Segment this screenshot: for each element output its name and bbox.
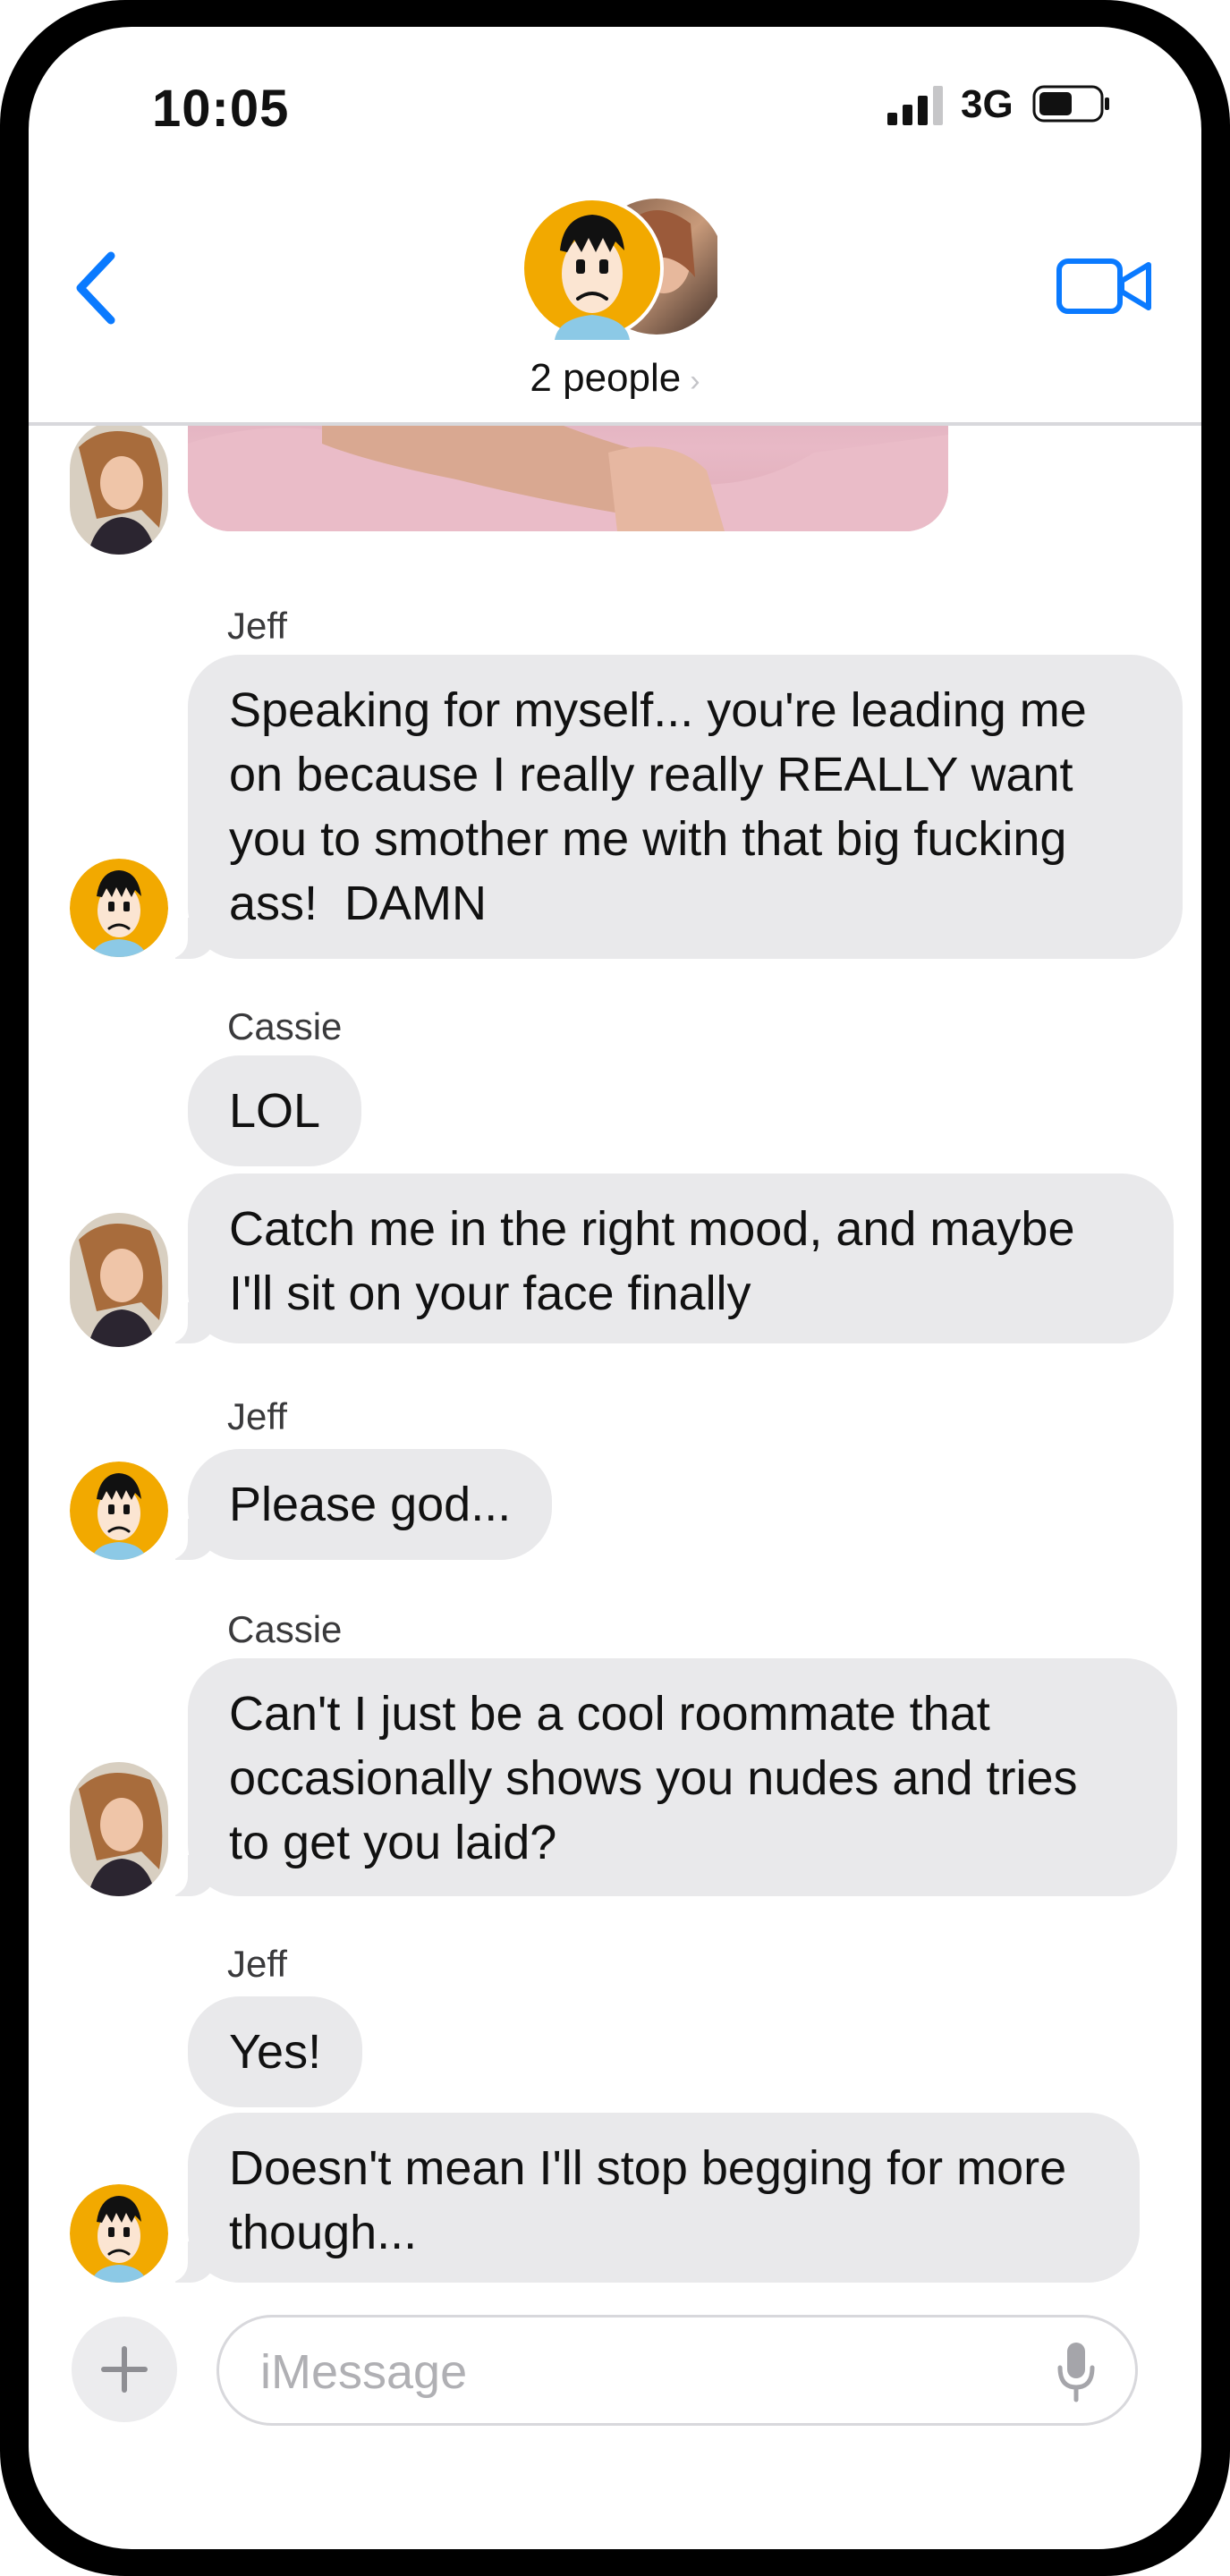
photo-message[interactable]	[188, 426, 948, 531]
network-type: 3G	[961, 82, 1014, 126]
compose-bar: iMessage	[29, 2299, 1201, 2442]
message-bubble[interactable]: LOL	[188, 1055, 362, 1166]
sender-name: Jeff	[227, 1943, 287, 1985]
back-chevron-icon[interactable]	[66, 243, 129, 333]
cassie-avatar-image	[70, 1762, 168, 1896]
message-input[interactable]: iMessage	[216, 2315, 1138, 2426]
jeff-avatar-image	[70, 1462, 168, 1560]
jeff-avatar[interactable]	[70, 859, 168, 957]
cassie-avatar[interactable]	[70, 1762, 168, 1896]
message-bubble[interactable]: Yes!	[188, 1996, 363, 2107]
message-bubble[interactable]: Catch me in the right mood, and maybe I'…	[159, 1174, 1174, 1343]
jeff-avatar[interactable]	[70, 2184, 168, 2283]
cassie-avatar[interactable]	[70, 1213, 168, 1347]
signal-icon	[887, 86, 943, 125]
cassie-avatar[interactable]	[70, 426, 168, 555]
message-bubble[interactable]: Speaking for myself... you're leading me…	[159, 655, 1183, 959]
cassie-avatar-image	[70, 426, 168, 555]
jeff-avatar-image	[70, 2184, 168, 2283]
screen: 10:05 3G 2 people › Jeff Speaking for my…	[29, 27, 1201, 2549]
add-attachment-button[interactable]	[72, 2317, 177, 2422]
status-bar: 10:05 3G	[29, 27, 1201, 161]
chevron-right-icon: ›	[690, 364, 700, 398]
status-time: 10:05	[152, 80, 290, 138]
sender-name: Cassie	[227, 1005, 343, 1047]
group-title[interactable]: 2 people ›	[29, 356, 1201, 401]
jeff-avatar-image	[70, 859, 168, 957]
message-thread: Jeff Speaking for myself... you're leadi…	[29, 426, 1201, 2313]
message-bubble[interactable]: Can't I just be a cool roommate that occ…	[159, 1658, 1177, 1896]
conversation-header: 2 people ›	[29, 161, 1201, 426]
battery-icon	[1032, 85, 1109, 123]
message-bubble[interactable]: Please god...	[158, 1449, 553, 1560]
sender-name: Cassie	[227, 1608, 343, 1650]
message-input-placeholder: iMessage	[260, 2345, 468, 2399]
message-bubble[interactable]: Doesn't mean I'll stop begging for more …	[159, 2113, 1140, 2283]
phone-frame: 10:05 3G 2 people › Jeff Speaking for my…	[0, 0, 1230, 2576]
video-call-icon[interactable]	[1056, 254, 1154, 318]
photo-content	[188, 426, 948, 531]
sender-name: Jeff	[227, 1395, 287, 1437]
cassie-avatar-image	[70, 1213, 168, 1347]
sender-name: Jeff	[227, 605, 287, 647]
jeff-avatar[interactable]	[70, 1462, 168, 1560]
group-title-label: 2 people	[530, 356, 682, 400]
plus-icon	[101, 2346, 148, 2393]
group-avatar-stack[interactable]	[521, 197, 717, 340]
microphone-icon[interactable]	[1055, 2341, 1098, 2403]
